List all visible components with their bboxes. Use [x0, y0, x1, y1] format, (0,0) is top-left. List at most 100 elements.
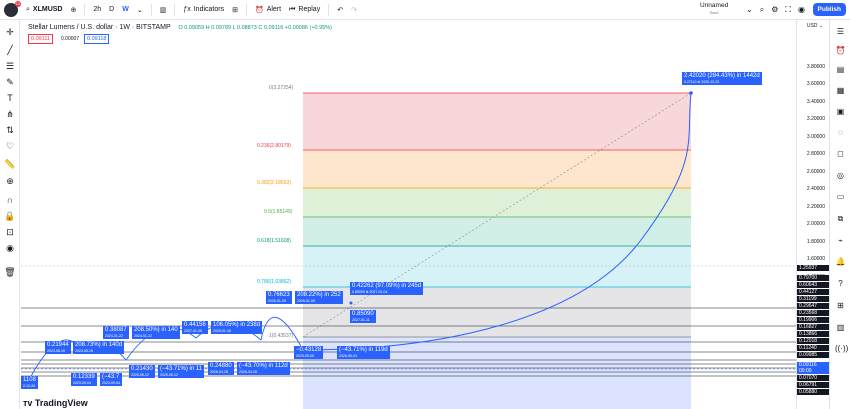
target-sub: 3.27110 ⊕ 2030-12-23 [684, 80, 720, 84]
user-avatar[interactable]: 13 [4, 0, 21, 17]
indicators-label: Indicators [193, 6, 225, 13]
publish-button[interactable]: Publish [812, 3, 846, 16]
eye-icon[interactable]: ◉ [4, 242, 16, 254]
drop-label-a16[interactable]: (−43.71%) in 11 2025-05-12 [158, 365, 205, 378]
axis-price-tag: 0.11240 [797, 345, 829, 351]
data-window-icon[interactable]: ▤ [835, 64, 846, 75]
target-label[interactable]: 2.42020 (284.43%) in 1442d 3.27110 ⊕ 203… [682, 72, 762, 85]
interval-2h[interactable]: 2h [93, 6, 101, 13]
prediction-icon[interactable]: ⇅ [4, 124, 16, 136]
indicators-icon: ƒx [183, 6, 191, 13]
point-label-a7[interactable]: 0.44156 2027-01-06 [182, 321, 208, 334]
layers-icon[interactable]: ⧉ [835, 213, 846, 224]
ruler-icon[interactable]: 📏 [4, 158, 16, 170]
dom-icon[interactable]: ▥ [835, 322, 846, 333]
tv-logo-icon: ᴛᴠ [23, 398, 35, 408]
currency-selector[interactable]: USD ⌄ [807, 23, 823, 29]
point-label-a2[interactable]: 0.85090 2027-01-11 [350, 310, 376, 323]
drop-label-a14[interactable]: (−43.7 2023-09-04 [100, 373, 122, 386]
crosshair-icon[interactable]: ✛ [4, 26, 16, 38]
drop-label-a4[interactable]: (−43.71%) in 119d 2026-05-04 [337, 346, 390, 359]
gain-label-a8[interactable]: 106.05%) in 238d 2025-01-06 [211, 321, 263, 334]
pulse-icon[interactable]: ⌁ [835, 235, 846, 246]
alarm-icon: ⏰ [254, 6, 264, 14]
add-symbol-button[interactable]: ⊕ [70, 6, 76, 14]
drop-label-a18[interactable]: (−43.70%) in 112d 2026-04-28 [237, 362, 290, 375]
axis-tick: 3.80000 [806, 64, 825, 70]
interval-w[interactable]: W [122, 6, 129, 13]
chart-type-button[interactable]: ▥ [160, 6, 167, 14]
divider [150, 3, 152, 16]
trash-icon[interactable]: 🗑 [4, 266, 16, 278]
alerts-icon[interactable]: ⏰ [835, 45, 846, 56]
brush-icon[interactable]: ✎ [4, 76, 16, 88]
undo-icon: ↶ [337, 6, 344, 14]
lock-drawings-icon[interactable]: 🔒 [4, 210, 16, 222]
fib-tool-icon[interactable]: ☰ [4, 60, 16, 72]
projection-label[interactable]: 0.42262 (97.09%) in 245d 0.85090 ⊕ 2027-… [350, 282, 424, 295]
gain-label-a6[interactable]: 208.22%) in 252 2026-01-05 [295, 291, 343, 304]
calendar-icon[interactable]: ▣ [835, 106, 846, 117]
point-label-a11[interactable]: 0.21944 2023-05-15 [45, 341, 71, 354]
target-icon[interactable]: ◎ [835, 170, 846, 181]
watchlist-icon[interactable]: ☰ [835, 26, 846, 37]
point-label-a9[interactable]: 0.38087 2024-01-22 [103, 326, 129, 339]
heart-icon[interactable]: ♡ [4, 140, 16, 152]
camera-icon[interactable]: ◉ [798, 5, 805, 15]
price-axis[interactable]: USD ⌄ 3.80000 3.60000 3.40000 3.20000 3.0000… [796, 20, 829, 409]
axis-price-tag: 0.23568 [797, 310, 829, 316]
symbol-search[interactable]: ⌕ XLMUSD [26, 6, 62, 14]
a4-main: (−43.71%) in 119d [339, 347, 388, 353]
axis-price-tag: 0.44127 [797, 289, 829, 295]
layout-menu-chevron-icon[interactable]: ⌄ [746, 5, 753, 15]
chat-icon[interactable]: ◻ [835, 148, 846, 159]
zoom-in-icon[interactable]: ⊕ [4, 175, 16, 187]
a3-sub: 2025-05-05 [296, 354, 314, 358]
point-label-a19[interactable]: 1108 2-12-26 [21, 376, 38, 389]
interval-dropdown[interactable]: ⌄ [137, 6, 143, 14]
axis-tick: 2.00000 [806, 221, 825, 227]
grid-apps-icon[interactable]: ⊞ [835, 300, 846, 311]
interval-d[interactable]: D [109, 6, 114, 13]
help-icon[interactable]: ? [835, 278, 846, 289]
sell-price-button[interactable]: 0.09111 [28, 34, 54, 44]
point-label-a17[interactable]: 0.24880 2026-04-28 [208, 362, 234, 375]
magnet-icon[interactable]: ∩ [4, 194, 16, 206]
undo-button[interactable]: ↶ [337, 6, 343, 14]
gain-label-a12[interactable]: 208.73%) in 140d 2023-05-15 [73, 341, 125, 354]
point-label-a5[interactable]: 0.76623 2026-01-05 [266, 291, 292, 304]
a6-main: 208.22%) in 252 [297, 292, 341, 298]
buy-price-button[interactable]: 0.09118 [84, 34, 110, 44]
axis-tick: 3.20000 [806, 116, 825, 122]
tradingview-logo[interactable]: ᴛᴠ TradingView [23, 398, 88, 408]
templates-button[interactable]: ⊞ [232, 6, 238, 14]
settings-gear-icon[interactable]: ⚙ [771, 5, 778, 15]
pattern-icon[interactable]: ⋔ [4, 108, 16, 120]
lock-icon[interactable]: ⊡ [4, 226, 16, 238]
point-label-a3[interactable]: −0.43128 2025-05-05 [294, 346, 324, 359]
notification-badge: 13 [14, 0, 21, 7]
replay-button[interactable]: ⏮ Replay [289, 6, 320, 14]
indicators-button[interactable]: ƒx Indicators [183, 6, 224, 13]
quick-search-icon[interactable]: ⌕ [760, 5, 764, 15]
fullscreen-icon[interactable]: ⛶ [785, 5, 791, 15]
ideas-icon[interactable]: ◌ [835, 127, 846, 138]
layout-name-button[interactable]: Unnamed Save [700, 2, 728, 16]
fib-label-618: 0.618(1.51608) [257, 238, 291, 244]
fib-label-5: 0.5(1.85149) [264, 209, 293, 215]
redo-button[interactable]: ↷ [351, 6, 357, 14]
broadcast-icon[interactable]: ((·)) [835, 343, 848, 354]
hotlist-icon[interactable]: ▦ [835, 85, 846, 96]
replay-icon: ⏮ [289, 5, 296, 13]
text-tool-icon[interactable]: T [4, 92, 16, 104]
a16-main: (−43.71%) in 11 [160, 366, 203, 372]
point-label-a15[interactable]: 0.21430 2025-05-12 [129, 365, 155, 378]
axis-tick: 2.40000 [806, 186, 825, 192]
trend-line-icon[interactable]: ╱ [4, 44, 16, 56]
streams-icon[interactable]: ▭ [835, 191, 846, 202]
point-label-a13[interactable]: 0.12339 2023-09-04 [71, 373, 97, 386]
gain-label-a10[interactable]: 208.50%) in 140 2024-01-22 [132, 326, 180, 339]
notifications-icon[interactable]: 🔔 [835, 256, 846, 267]
alert-button[interactable]: ⏰ Alert [255, 6, 281, 14]
chart-pane[interactable]: Stellar Lumens / U.S. dollar · 1W · BITS… [21, 20, 796, 409]
